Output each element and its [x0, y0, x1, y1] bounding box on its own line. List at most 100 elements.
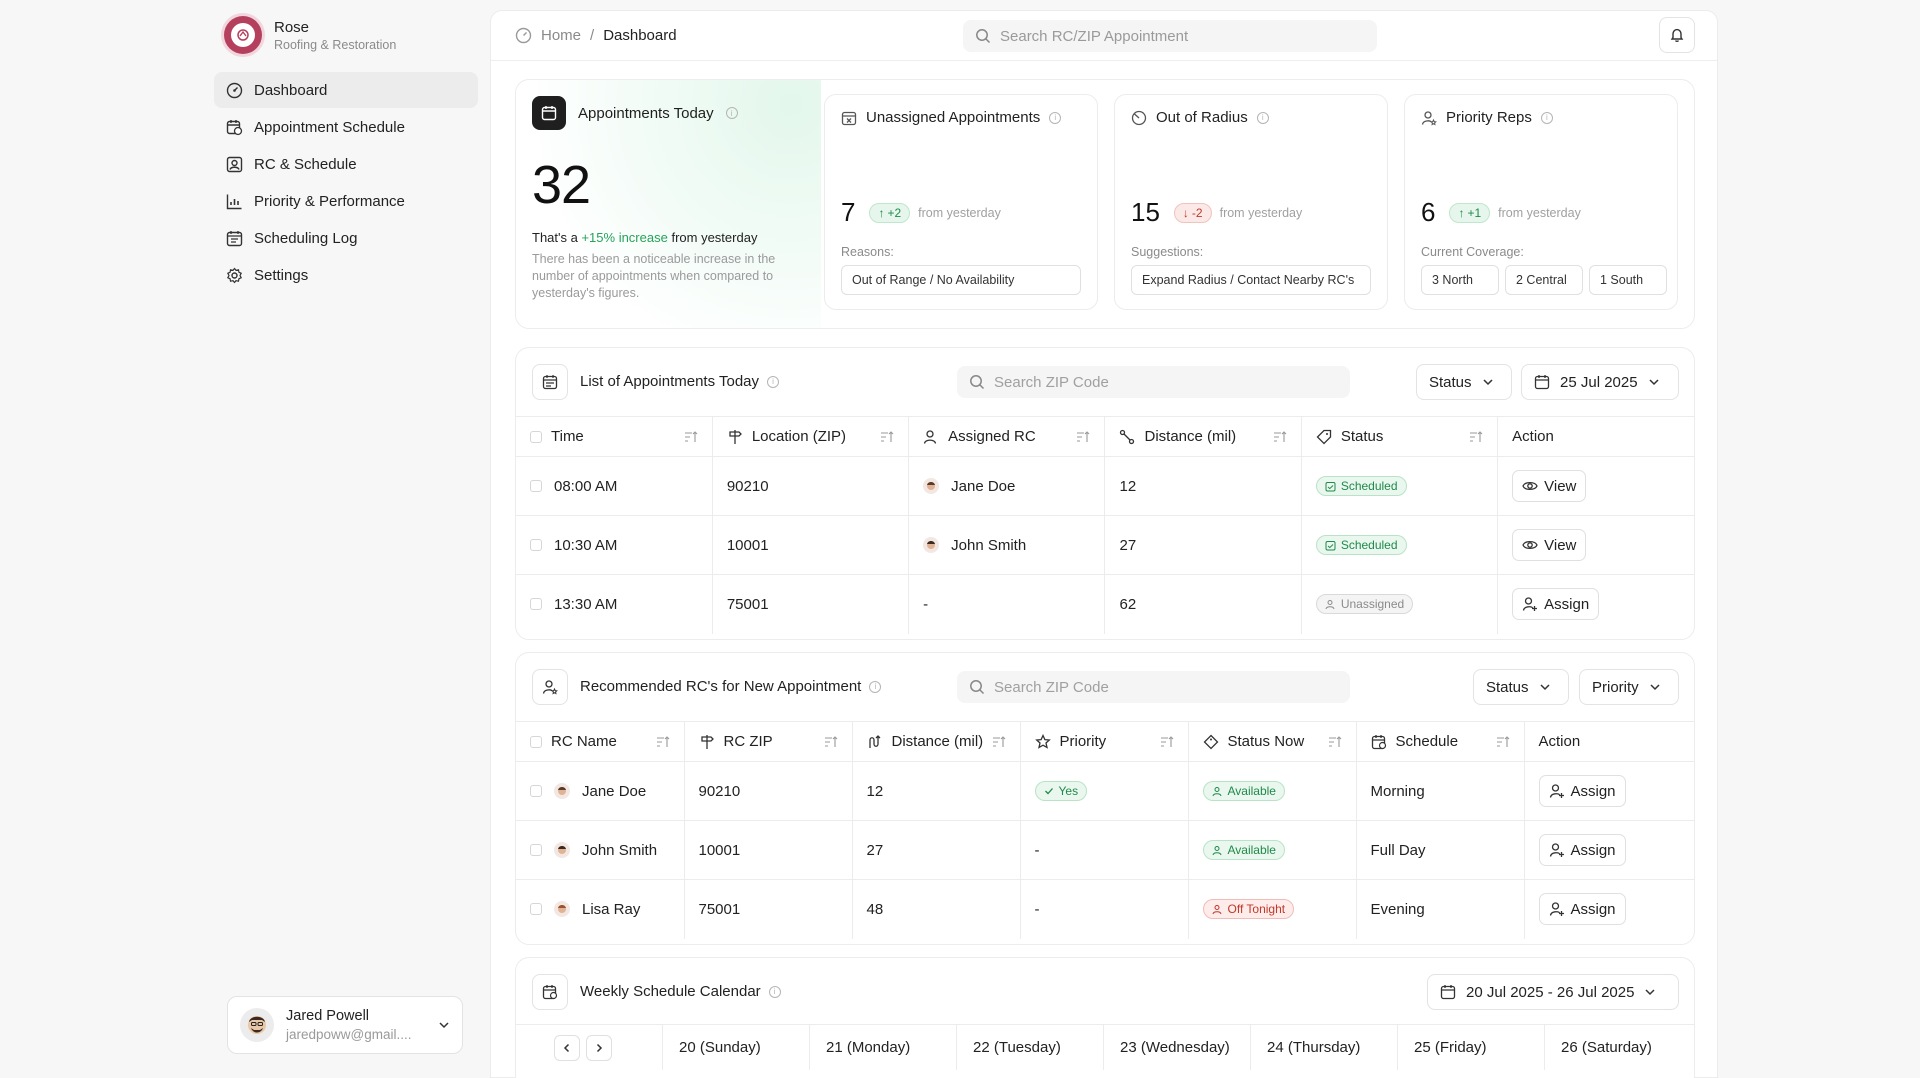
column-header-assigned-rc[interactable]: Assigned RC	[908, 416, 1105, 457]
user-menu[interactable]: Jared Powell jaredpoww@gmail....	[227, 996, 463, 1054]
row-checkbox[interactable]	[530, 539, 542, 551]
column-header-rc-name[interactable]: RC Name	[516, 721, 684, 762]
coverage-chip-south[interactable]: 1 South	[1589, 265, 1667, 295]
view-button[interactable]: View	[1512, 470, 1587, 502]
sort-icon[interactable]	[1496, 735, 1510, 749]
stat-sub-label: Suggestions:	[1131, 245, 1204, 259]
user-star-icon	[532, 669, 568, 705]
info-icon[interactable]: i	[1049, 111, 1062, 124]
sort-icon[interactable]	[1076, 430, 1090, 444]
sort-icon[interactable]	[1469, 430, 1483, 444]
view-button[interactable]: View	[1512, 529, 1587, 561]
column-header-distance[interactable]: Distance (mil)	[851, 721, 1020, 762]
next-week-button[interactable]	[586, 1034, 612, 1061]
calendar-day-monday[interactable]: 21 (Monday)	[809, 1025, 956, 1070]
assign-button[interactable]: Assign	[1512, 588, 1600, 621]
calendar-day-saturday[interactable]: 26 (Saturday)	[1544, 1025, 1694, 1070]
column-header-location[interactable]: Location (ZIP)	[711, 416, 909, 457]
column-header-schedule[interactable]: Schedule	[1355, 721, 1524, 762]
schedule-cell: Evening	[1355, 879, 1524, 939]
sidebar-item-appointment-schedule[interactable]: Appointment Schedule	[214, 109, 478, 145]
sort-icon[interactable]	[824, 735, 838, 749]
signpost-icon	[729, 429, 742, 444]
column-header-status-now[interactable]: Status Now	[1187, 721, 1356, 762]
status-badge: Scheduled	[1315, 535, 1407, 555]
user-plus-icon	[1549, 784, 1564, 798]
priority-filter-dropdown[interactable]: Priority	[1579, 669, 1679, 705]
sort-icon[interactable]	[1328, 735, 1342, 749]
stat-title: Appointments Today	[578, 104, 714, 122]
column-header-distance[interactable]: Distance (mil)	[1104, 416, 1302, 457]
column-header-rc-zip[interactable]: RC ZIP	[683, 721, 852, 762]
sidebar-item-settings[interactable]: Settings	[214, 257, 478, 293]
sort-icon[interactable]	[880, 430, 894, 444]
stat-value: 32	[532, 155, 591, 215]
calendar-day-sunday[interactable]: 20 (Sunday)	[662, 1025, 809, 1070]
row-checkbox[interactable]	[530, 480, 542, 492]
sort-icon[interactable]	[1160, 735, 1174, 749]
delta-badge: ↑ +2	[869, 202, 911, 223]
calendar-day-friday[interactable]: 25 (Friday)	[1397, 1025, 1544, 1070]
user-square-icon	[226, 156, 243, 172]
sidebar-item-priority-performance[interactable]: Priority & Performance	[214, 183, 478, 219]
week-range-dropdown[interactable]: 20 Jul 2025 - 26 Jul 2025	[1427, 974, 1679, 1010]
calendar-icon	[532, 364, 568, 400]
global-search-input[interactable]: Search RC/ZIP Appointment	[963, 20, 1377, 52]
row-checkbox[interactable]	[530, 903, 542, 916]
status-filter-dropdown[interactable]: Status	[1473, 669, 1569, 705]
sidebar-item-scheduling-log[interactable]: Scheduling Log	[214, 220, 478, 256]
table-row: John Smith 10001 27 - Available Full Day…	[516, 820, 1694, 880]
avatar	[554, 901, 570, 918]
column-header-status[interactable]: Status	[1300, 416, 1498, 457]
appointments-today-card: Appointments Today i 32 That's a +15% in…	[516, 80, 821, 328]
select-all-checkbox[interactable]	[530, 430, 542, 443]
notifications-button[interactable]	[1659, 17, 1695, 53]
column-header-time[interactable]: Time	[516, 416, 713, 457]
info-icon[interactable]: i	[725, 107, 738, 119]
calendar-day-wednesday[interactable]: 23 (Wednesday)	[1103, 1025, 1250, 1070]
sidebar-item-rc-schedule[interactable]: RC & Schedule	[214, 146, 478, 182]
sort-icon[interactable]	[656, 735, 670, 749]
calendar-check-icon	[1325, 481, 1336, 491]
zip-cell: 90210	[683, 761, 852, 821]
calendar-day-tuesday[interactable]: 22 (Tuesday)	[956, 1025, 1103, 1070]
column-header-action: Action	[1497, 416, 1694, 457]
assign-button[interactable]: Assign	[1538, 775, 1626, 807]
sort-icon[interactable]	[992, 735, 1006, 749]
info-icon[interactable]: i	[767, 375, 780, 388]
brand: Rose Roofing & Restoration	[224, 16, 396, 54]
coverage-chip-north[interactable]: 3 North	[1421, 265, 1499, 295]
assign-button[interactable]: Assign	[1538, 834, 1626, 866]
coverage-chip-central[interactable]: 2 Central	[1505, 265, 1583, 295]
column-header-priority[interactable]: Priority	[1019, 721, 1188, 762]
breadcrumb: Home / Dashboard	[515, 27, 677, 44]
info-icon[interactable]: i	[1540, 111, 1553, 124]
row-checkbox[interactable]	[530, 785, 542, 797]
info-icon[interactable]: i	[1256, 111, 1269, 124]
select-all-checkbox[interactable]	[530, 735, 542, 748]
sidebar-item-dashboard[interactable]: Dashboard	[214, 72, 478, 108]
bell-icon	[1670, 28, 1684, 42]
user-check-icon	[1212, 786, 1221, 796]
row-checkbox[interactable]	[530, 598, 542, 611]
sort-icon[interactable]	[684, 430, 698, 444]
assign-button[interactable]: Assign	[1538, 893, 1626, 926]
distance-cell: 27	[851, 820, 1020, 880]
info-icon[interactable]: i	[869, 680, 882, 693]
zip-search-input[interactable]: Search ZIP Code	[957, 671, 1350, 703]
rc-name-cell: John Smith	[582, 841, 658, 859]
zip-search-input[interactable]: Search ZIP Code	[957, 366, 1350, 398]
status-filter-dropdown[interactable]: Status	[1416, 364, 1512, 400]
sidebar: Rose Roofing & Restoration Dashboard App…	[0, 0, 490, 1078]
chevron-down-icon	[439, 1022, 449, 1029]
reason-chip[interactable]: Out of Range / No Availability	[841, 265, 1081, 295]
user-plus-icon	[1549, 843, 1564, 857]
previous-week-button[interactable]	[554, 1034, 580, 1061]
info-icon[interactable]: i	[768, 985, 781, 998]
calendar-day-thursday[interactable]: 24 (Thursday)	[1250, 1025, 1397, 1070]
suggestion-chip[interactable]: Expand Radius / Contact Nearby RC's	[1131, 265, 1371, 295]
row-checkbox[interactable]	[530, 844, 542, 856]
breadcrumb-home[interactable]: Home	[541, 27, 581, 44]
date-filter-dropdown[interactable]: 25 Jul 2025	[1521, 364, 1679, 400]
sort-icon[interactable]	[1273, 430, 1287, 444]
